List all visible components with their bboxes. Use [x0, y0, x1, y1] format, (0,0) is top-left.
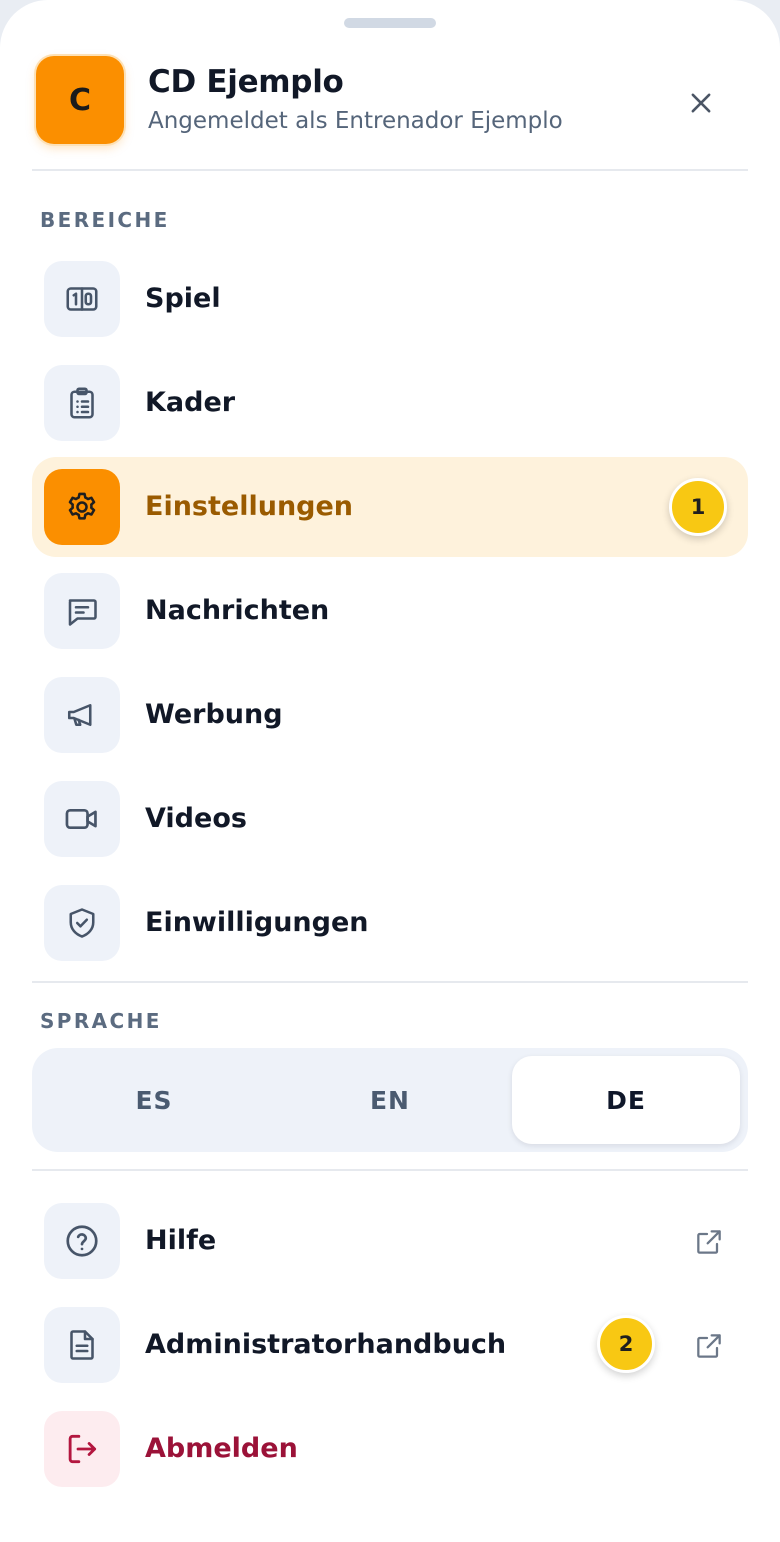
- notification-badge: 1: [669, 478, 727, 536]
- shield-check-icon: [69, 908, 95, 938]
- menu-item-nachrichten[interactable]: Nachrichten: [32, 561, 748, 661]
- sheet-header: C CD Ejemplo Angemeldet als Entrenador E…: [0, 0, 780, 170]
- menu-icon-tile: [44, 1203, 120, 1279]
- menu-item-videos[interactable]: Videos: [32, 769, 748, 869]
- menu-item-einstellungen[interactable]: Einstellungen 1: [32, 457, 748, 557]
- menu-item-label: Videos: [145, 803, 247, 834]
- language-switch: ES EN DE: [32, 1048, 748, 1152]
- menu-icon-tile: [44, 469, 120, 545]
- external-link-icon: [697, 1334, 721, 1358]
- message-icon: [68, 599, 97, 626]
- language-option-de[interactable]: DE: [512, 1056, 740, 1144]
- menu-icon-tile: [44, 365, 120, 441]
- language-option-es[interactable]: ES: [40, 1056, 268, 1144]
- menu-item-label: Werbung: [145, 699, 283, 730]
- menu-icon-tile: [44, 885, 120, 961]
- section-label-areas: BEREICHE: [40, 208, 170, 232]
- menu-item-label: Hilfe: [145, 1225, 217, 1256]
- logout-icon: [68, 1434, 97, 1464]
- menu-item-administratorhandbuch[interactable]: Administratorhandbuch 2: [32, 1295, 748, 1395]
- menu-item-spiel[interactable]: Spiel: [32, 249, 748, 349]
- menu-item-kader[interactable]: Kader: [32, 353, 748, 453]
- menu-item-label: Nachrichten: [145, 595, 330, 626]
- menu-icon-tile: [44, 677, 120, 753]
- menu-item-label: Einwilligungen: [145, 907, 369, 938]
- menu-item-label: Kader: [145, 387, 236, 418]
- menu-icon-tile: [44, 261, 120, 337]
- menu-icon-tile: [44, 1411, 120, 1487]
- gear-icon: [68, 492, 96, 520]
- divider: [32, 1169, 748, 1171]
- club-avatar: C: [36, 56, 124, 144]
- logged-in-as: Angemeldet als Entrenador Ejemplo: [148, 108, 563, 134]
- scoreboard-icon: [66, 287, 98, 311]
- menu-item-label: Einstellungen: [145, 491, 354, 522]
- menu-icon-tile: [44, 1307, 120, 1383]
- menu-icon-tile: [44, 573, 120, 649]
- menu-item-hilfe[interactable]: Hilfe: [32, 1191, 748, 1291]
- divider: [32, 981, 748, 983]
- external-link-button: [692, 1329, 726, 1363]
- external-link-icon: [697, 1230, 721, 1254]
- menu-item-einwilligungen[interactable]: Einwilligungen: [32, 873, 748, 973]
- divider: [32, 169, 748, 171]
- menu-item-label: Abmelden: [145, 1433, 298, 1464]
- clipboard-list-icon: [70, 387, 94, 419]
- section-label-language: SPRACHE: [40, 1009, 162, 1033]
- menu-sheet: C CD Ejemplo Angemeldet als Entrenador E…: [0, 0, 780, 1542]
- menu-item-label: Administratorhandbuch: [145, 1329, 507, 1360]
- megaphone-icon: [67, 703, 92, 727]
- club-name: CD Ejemplo: [148, 64, 344, 100]
- video-camera-icon: [65, 808, 97, 830]
- menu-item-werbung[interactable]: Werbung: [32, 665, 748, 765]
- language-option-en[interactable]: EN: [276, 1056, 504, 1144]
- document-icon: [70, 1330, 94, 1360]
- menu-item-label: Spiel: [145, 283, 221, 314]
- close-icon: [691, 93, 711, 113]
- help-circle-icon: [66, 1225, 98, 1257]
- menu-icon-tile: [44, 781, 120, 857]
- close-button[interactable]: [680, 82, 722, 124]
- external-link-button: [692, 1225, 726, 1259]
- menu-item-abmelden[interactable]: Abmelden: [32, 1399, 748, 1499]
- notification-badge: 2: [597, 1315, 655, 1373]
